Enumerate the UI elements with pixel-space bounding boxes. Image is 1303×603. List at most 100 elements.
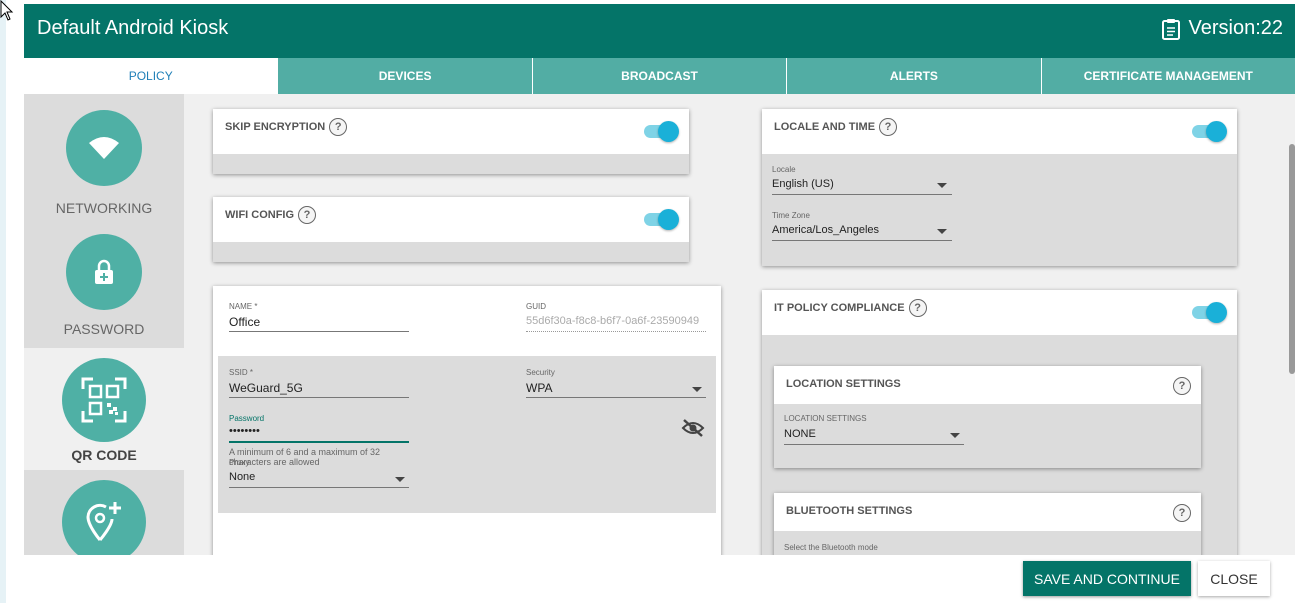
password-input[interactable]: ••••••••: [229, 425, 260, 437]
locale-underline: [772, 194, 952, 195]
close-button[interactable]: CLOSE: [1198, 561, 1270, 596]
wifi-icon: [89, 137, 119, 159]
it-policy-toggle[interactable]: [1190, 301, 1228, 323]
password-circle: [66, 234, 142, 310]
help-icon[interactable]: ?: [879, 118, 898, 136]
password-underline: [229, 441, 409, 443]
locale-select[interactable]: English (US): [772, 178, 834, 190]
skip-encryption-toggle[interactable]: [642, 120, 680, 142]
timezone-label: Time Zone: [772, 211, 810, 220]
password-hint: A minimum of 6 and a maximum of 32 chara…: [229, 447, 381, 467]
sidebar-item-password[interactable]: PASSWORD: [24, 220, 184, 342]
chevron-down-icon[interactable]: [950, 433, 960, 438]
tab-bar: POLICY DEVICES BROADCAST ALERTS CERTIFIC…: [24, 58, 1295, 94]
sidebar-item-label: QR CODE: [71, 447, 137, 463]
save-and-continue-button[interactable]: SAVE AND CONTINUE: [1023, 561, 1191, 596]
card-header: LOCALE AND TIME ?: [762, 109, 1237, 154]
wifi-config-toggle[interactable]: [642, 208, 680, 230]
kiosk-policy-dialog: Default Android Kiosk Version:22 POLICY …: [24, 4, 1295, 555]
chevron-down-icon[interactable]: [937, 183, 947, 188]
location-plus-icon: [86, 502, 121, 541]
tab-certificate-management[interactable]: CERTIFICATE MANAGEMENT: [1040, 58, 1295, 94]
form-lower-section: [218, 356, 716, 513]
password-label: Password: [229, 414, 265, 423]
tab-policy[interactable]: POLICY: [24, 58, 278, 94]
sidebar-item-networking[interactable]: NETWORKING: [24, 96, 184, 218]
bluetooth-settings-card: BLUETOOTH SETTINGS ? Select the Bluetoot…: [774, 493, 1201, 555]
sidebar-item-location[interactable]: [24, 470, 184, 555]
guid-label: GUID: [526, 302, 546, 311]
content-scrollbar[interactable]: [1289, 144, 1295, 374]
location-settings-title: LOCATION SETTINGS: [786, 378, 901, 390]
networking-circle: [66, 110, 142, 186]
tab-devices[interactable]: DEVICES: [277, 58, 532, 94]
bluetooth-field-label: Select the Bluetooth mode: [784, 543, 878, 552]
card-title: IT POLICY COMPLIANCE ?: [774, 299, 927, 317]
security-select[interactable]: WPA: [526, 381, 552, 395]
locale-label: Locale: [772, 165, 796, 174]
ssid-underline: [229, 397, 409, 398]
name-input[interactable]: Office: [229, 315, 260, 329]
bluetooth-settings-title: BLUETOOTH SETTINGS: [786, 505, 913, 517]
wifi-config-title: WIFI CONFIG: [225, 209, 295, 221]
mouse-cursor-icon: [0, 0, 14, 21]
card-header: BLUETOOTH SETTINGS ?: [774, 493, 1201, 531]
locale-time-card: LOCALE AND TIME ? Locale English (US) Ti…: [762, 109, 1237, 266]
sidebar-item-qr-code[interactable]: QR CODE: [24, 348, 184, 470]
card-title: LOCALE AND TIME ?: [774, 118, 898, 136]
eye-off-icon[interactable]: [681, 418, 705, 438]
card-title: SKIP ENCRYPTION ?: [225, 118, 348, 136]
chevron-down-icon[interactable]: [937, 229, 947, 234]
version-indicator: Version:22: [1162, 17, 1283, 40]
tab-alerts[interactable]: ALERTS: [786, 58, 1041, 94]
qr-code-circle: [62, 358, 146, 442]
card-header: SKIP ENCRYPTION ?: [213, 109, 689, 154]
card-header: LOCATION SETTINGS ?: [774, 366, 1201, 404]
timezone-underline: [772, 240, 952, 241]
ssid-label: SSID *: [229, 368, 254, 377]
lock-plus-icon: [95, 259, 113, 284]
qr-code-icon: [81, 377, 127, 423]
help-icon[interactable]: ?: [1173, 377, 1191, 395]
help-icon[interactable]: ?: [298, 206, 317, 224]
dialog-title: Default Android Kiosk: [37, 17, 229, 39]
proxy-select[interactable]: None: [229, 471, 255, 483]
location-circle: [62, 480, 146, 555]
it-policy-title: IT POLICY COMPLIANCE: [774, 302, 905, 314]
skip-encryption-title: SKIP ENCRYPTION: [225, 121, 326, 133]
timezone-select[interactable]: America/Los_Angeles: [772, 224, 879, 236]
guid-input: 55d6f30a-f8c8-b6f7-0a6f-23590949: [526, 315, 700, 327]
card-title: WIFI CONFIG ?: [225, 206, 317, 224]
location-select[interactable]: NONE: [784, 428, 816, 440]
help-icon[interactable]: ?: [908, 299, 927, 317]
tab-broadcast[interactable]: BROADCAST: [531, 58, 787, 94]
sidebar-item-label: NETWORKING: [55, 200, 153, 216]
proxy-underline: [229, 487, 409, 488]
help-icon[interactable]: ?: [329, 118, 348, 136]
wifi-config-card: WIFI CONFIG ?: [213, 197, 689, 262]
card-header: IT POLICY COMPLIANCE ?: [762, 290, 1237, 335]
chevron-down-icon[interactable]: [692, 387, 702, 392]
locale-time-toggle[interactable]: [1190, 120, 1228, 142]
sidebar-item-label: PASSWORD: [63, 321, 145, 337]
skip-encryption-card: SKIP ENCRYPTION ?: [213, 109, 689, 174]
help-icon[interactable]: ?: [1173, 504, 1191, 522]
wifi-network-form: NAME * Office GUID 55d6f30a-f8c8-b6f7-0a…: [213, 286, 721, 555]
ssid-input[interactable]: WeGuard_5G: [229, 381, 303, 395]
clipboard-icon: [1162, 18, 1181, 40]
card-header: WIFI CONFIG ?: [213, 197, 689, 242]
security-underline: [526, 397, 706, 398]
chevron-down-icon[interactable]: [395, 477, 405, 482]
location-underline: [784, 444, 964, 445]
proxy-label: Proxy: [229, 458, 250, 467]
name-label: NAME *: [229, 302, 258, 311]
locale-time-title: LOCALE AND TIME: [774, 121, 876, 133]
security-label: Security: [526, 368, 555, 377]
version-label: Version:22: [1188, 17, 1283, 39]
location-settings-card: LOCATION SETTINGS ? LOCATION SETTINGS NO…: [774, 366, 1201, 468]
name-underline: [229, 331, 409, 332]
it-policy-compliance-card: IT POLICY COMPLIANCE ? LOCATION SETTINGS…: [762, 290, 1237, 555]
policy-sidebar: NETWORKING PASSWORD QR CODE: [24, 94, 184, 555]
left-edge-strip: [0, 0, 6, 603]
guid-underline: [526, 331, 706, 332]
